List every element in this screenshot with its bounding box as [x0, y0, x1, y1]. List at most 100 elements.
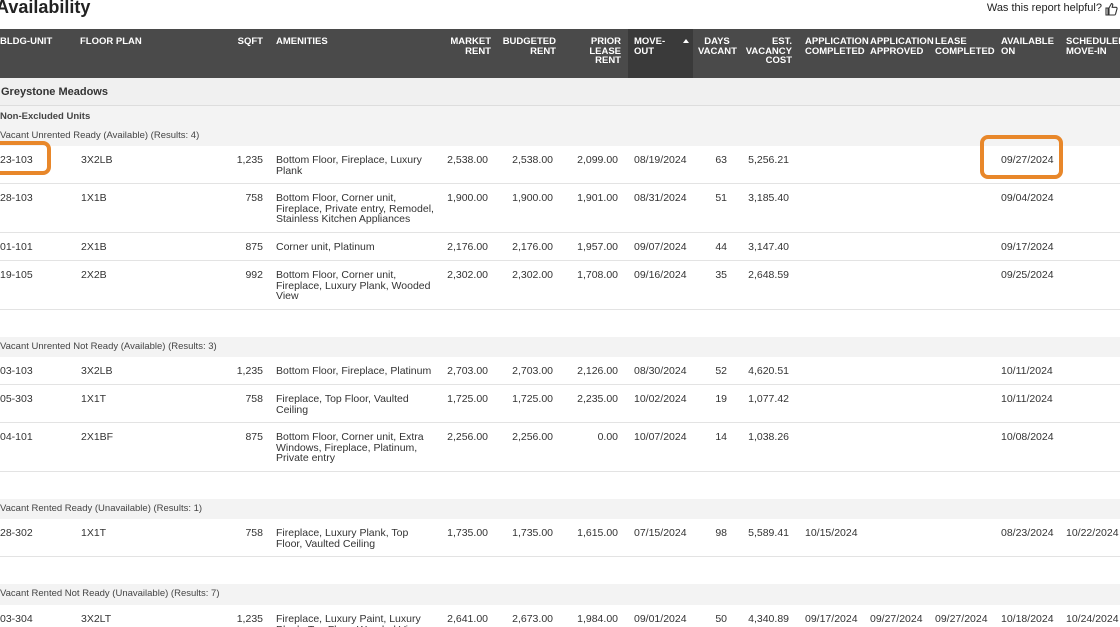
col-est-vacancy-cost[interactable]: EST. VACANCY COST [742, 37, 792, 66]
cell-budgeted-rent: 2,703.00 [512, 365, 553, 377]
col-market-rent[interactable]: MARKET RENT [440, 37, 491, 56]
cell-amenities: Bottom Floor, Corner unit, Extra Windows,… [276, 432, 436, 464]
table-row[interactable]: 04-101 2X1BF 875 Bottom Floor, Corner unit,… [0, 423, 1120, 472]
cell-days-vacant: 44 [715, 241, 727, 253]
cell-floor-plan: 2X2B [81, 269, 107, 281]
cell-available-on: 10/08/2024 [1001, 431, 1054, 443]
cell-prior-lease-rent: 1,708.00 [577, 269, 618, 281]
cell-application-approved: 09/27/2024 [870, 613, 923, 625]
cell-amenities: Fireplace, Top Floor, Vaulted Ceiling [276, 394, 436, 415]
cell-amenities: Bottom Floor, Corner unit, Fireplace, Pri… [276, 193, 436, 225]
col-application-approved[interactable]: APPLICATION APPROVED [870, 37, 934, 56]
table-row[interactable]: 23-103 3X2LB 1,235 Bottom Floor, Fireplace,… [0, 146, 1120, 184]
col-days-vacant[interactable]: DAYS VACANT [698, 37, 737, 56]
cell-days-vacant: 63 [715, 154, 727, 166]
amenities-line: Floor, Vaulted Ceiling [276, 537, 376, 550]
cell-days-vacant: 35 [715, 269, 727, 281]
cell-sqft: 992 [245, 269, 263, 281]
cell-floor-plan: 2X1B [81, 241, 107, 253]
table-row[interactable]: 03-103 3X2LB 1,235 Bottom Floor, Fireplace,… [0, 357, 1120, 385]
cell-prior-lease-rent: 0.00 [597, 431, 618, 443]
col-application-completed[interactable]: APPLICATION COMPLETED [805, 37, 869, 56]
amenities-line: Fireplace, Top Floor, Vaulted [276, 393, 409, 405]
col-lease-completed[interactable]: LEASE COMPLETED [935, 37, 995, 56]
cell-bldg-unit: 28-302 [0, 527, 33, 539]
cell-est-vacancy-cost: 5,256.21 [748, 154, 789, 166]
amenities-line: Stainless Kitchen Appliances [276, 213, 411, 225]
cell-market-rent: 2,256.00 [447, 431, 488, 443]
cell-lease-completed: 09/27/2024 [935, 613, 988, 625]
cell-amenities: Corner unit, Platinum [276, 242, 436, 253]
cell-amenities: Fireplace, Luxury Paint, LuxuryPlank, To… [276, 614, 436, 627]
cell-budgeted-rent: 2,176.00 [512, 241, 553, 253]
cell-budgeted-rent: 2,673.00 [512, 613, 553, 625]
cell-budgeted-rent: 1,725.00 [512, 393, 553, 405]
cell-sqft: 1,235 [236, 365, 263, 377]
cell-sqft: 758 [245, 527, 263, 539]
page-title: Availability [0, 0, 91, 17]
cell-market-rent: 1,725.00 [447, 393, 488, 405]
table-row[interactable]: 05-303 1X1T 758 Fireplace, Top Floor, Vault… [0, 385, 1120, 423]
col-prior-lease-rent[interactable]: PRIOR LEASE RENT [570, 37, 621, 66]
cell-est-vacancy-cost: 1,038.26 [748, 431, 789, 443]
cell-market-rent: 2,176.00 [447, 241, 488, 253]
cell-bldg-unit: 01-101 [0, 241, 33, 253]
col-sqft[interactable]: SQFT [220, 37, 263, 47]
cell-days-vacant: 50 [715, 613, 727, 625]
cell-days-vacant: 19 [715, 393, 727, 405]
cell-est-vacancy-cost: 5,589.41 [748, 527, 789, 539]
property-name: Greystone Meadows [1, 86, 108, 98]
cell-application-completed: 10/15/2024 [805, 527, 858, 539]
cell-amenities: Bottom Floor, Corner unit, Fireplace, Lux… [276, 270, 436, 302]
cell-move-out: 07/15/2024 [634, 527, 687, 539]
unit-highlight-annotation [0, 141, 51, 175]
col-bldg-unit[interactable]: BLDG-UNIT [0, 37, 52, 47]
amenities-line: View [276, 290, 299, 302]
section-label: Vacant Unrented Ready (Available) (Resul… [0, 130, 200, 141]
col-scheduled-move-in[interactable]: SCHEDULED MOVE-IN [1066, 37, 1120, 56]
cell-bldg-unit: 03-103 [0, 365, 33, 377]
cell-est-vacancy-cost: 1,077.42 [748, 393, 789, 405]
cell-application-completed: 09/17/2024 [805, 613, 858, 625]
cell-bldg-unit: 03-304 [0, 613, 33, 625]
col-amenities[interactable]: AMENITIES [276, 37, 328, 47]
section-spacer [0, 557, 1120, 584]
cell-available-on: 09/25/2024 [1001, 269, 1054, 281]
table-row[interactable]: 19-105 2X2B 992 Bottom Floor, Corner unit, F… [0, 261, 1120, 310]
table-row[interactable]: 28-302 1X1T 758 Fireplace, Luxury Plank, To… [0, 519, 1120, 557]
sort-ascending-icon[interactable] [683, 39, 689, 43]
section-header: Vacant Unrented Not Ready (Available) (R… [0, 337, 1120, 357]
cell-floor-plan: 1X1T [81, 527, 107, 539]
section-header: Vacant Rented Ready (Unavailable) (Resul… [0, 499, 1120, 519]
group-label: Non-Excluded Units [0, 111, 91, 122]
cell-budgeted-rent: 2,256.00 [512, 431, 553, 443]
cell-est-vacancy-cost: 4,340.89 [748, 613, 789, 625]
cell-budgeted-rent: 2,538.00 [512, 154, 553, 166]
thumbs-up-icon[interactable] [1104, 2, 1118, 16]
cell-available-on: 10/11/2024 [1001, 393, 1053, 405]
cell-market-rent: 2,641.00 [447, 613, 488, 625]
cell-days-vacant: 52 [715, 365, 727, 377]
cell-budgeted-rent: 1,900.00 [512, 192, 553, 204]
cell-bldg-unit: 05-303 [0, 393, 33, 405]
cell-sqft: 1,235 [236, 613, 263, 625]
cell-days-vacant: 14 [715, 431, 727, 443]
col-budgeted-rent[interactable]: BUDGETED RENT [496, 37, 556, 56]
cell-budgeted-rent: 1,735.00 [512, 527, 553, 539]
col-move-out[interactable]: MOVE- OUT [634, 37, 665, 56]
cell-est-vacancy-cost: 3,185.40 [748, 192, 789, 204]
cell-move-out: 10/07/2024 [634, 431, 687, 443]
amenities-line: Bottom Floor, Fireplace, Platinum [276, 365, 432, 377]
table-header: BLDG-UNIT FLOOR PLAN SQFT AMENITIES MARK… [0, 29, 1120, 78]
cell-budgeted-rent: 2,302.00 [512, 269, 553, 281]
table-row[interactable]: 03-304 3X2LT 1,235 Fireplace, Luxury Paint,… [0, 605, 1120, 627]
amenities-line: Fireplace, Luxury Plank, Wooded [276, 279, 431, 292]
col-floor-plan[interactable]: FLOOR PLAN [80, 37, 142, 47]
cell-move-out: 08/31/2024 [634, 192, 687, 204]
col-available-on[interactable]: AVAILABLE ON [1001, 37, 1054, 56]
cell-scheduled-move-in: 10/22/2024 [1066, 527, 1119, 539]
table-row[interactable]: 28-103 1X1B 758 Bottom Floor, Corner unit, F… [0, 184, 1120, 233]
cell-sqft: 1,235 [236, 154, 263, 166]
table-row[interactable]: 01-101 2X1B 875 Corner unit, Platinum 2,176.… [0, 233, 1120, 261]
cell-move-out: 09/16/2024 [634, 269, 687, 281]
